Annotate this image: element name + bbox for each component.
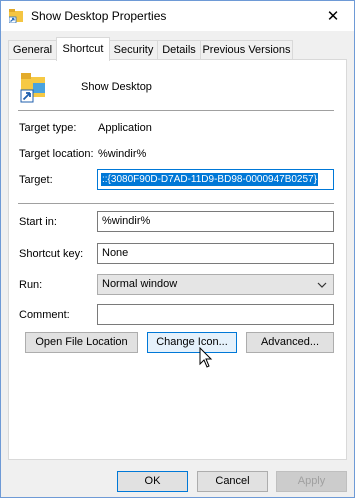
target-location-value: %windir% (98, 148, 147, 160)
ok-button[interactable]: OK (117, 471, 188, 492)
apply-button[interactable]: Apply (276, 471, 347, 492)
title-bar[interactable]: Show Desktop Properties ✕ (1, 1, 354, 31)
shortcut-folder-icon (9, 9, 23, 23)
shortcut-key-label: Shortcut key: (19, 248, 84, 260)
properties-dialog: Show Desktop Properties ✕ General Shortc… (0, 0, 355, 498)
comment-input[interactable] (97, 304, 334, 325)
comment-label: Comment: (19, 309, 70, 321)
tab-general[interactable]: General (8, 40, 57, 60)
tab-security[interactable]: Security (109, 40, 158, 60)
cancel-button[interactable]: Cancel (197, 471, 268, 492)
tab-previous-versions[interactable]: Previous Versions (200, 40, 293, 60)
separator-middle (18, 203, 334, 204)
target-type-value: Application (98, 122, 152, 134)
window-title: Show Desktop Properties (31, 9, 167, 23)
advanced-button[interactable]: Advanced... (246, 332, 334, 353)
chevron-down-icon (317, 282, 327, 288)
run-select[interactable]: Normal window (97, 274, 334, 295)
mouse-cursor-icon (199, 347, 213, 368)
target-input[interactable]: ::{3080F90D-D7AD-11D9-BD98-0000947B0257} (97, 169, 334, 190)
open-file-location-button[interactable]: Open File Location (25, 332, 138, 353)
target-value: ::{3080F90D-D7AD-11D9-BD98-0000947B0257} (101, 173, 318, 186)
start-in-label: Start in: (19, 216, 57, 228)
run-select-value: Normal window (102, 278, 178, 290)
shortcut-name: Show Desktop (81, 81, 152, 93)
tab-shortcut[interactable]: Shortcut (56, 37, 110, 61)
close-icon: ✕ (326, 8, 340, 25)
close-button[interactable]: ✕ (313, 1, 353, 31)
show-desktop-icon (20, 73, 45, 103)
target-type-label: Target type: (19, 122, 77, 134)
start-in-input[interactable]: %windir% (97, 211, 334, 232)
change-icon-button[interactable]: Change Icon... (147, 332, 237, 353)
shortcut-key-input[interactable]: None (97, 243, 334, 264)
target-label: Target: (19, 174, 53, 186)
tab-details[interactable]: Details (157, 40, 201, 60)
target-location-label: Target location: (19, 148, 94, 160)
run-label: Run: (19, 279, 43, 291)
separator-top (18, 110, 334, 111)
